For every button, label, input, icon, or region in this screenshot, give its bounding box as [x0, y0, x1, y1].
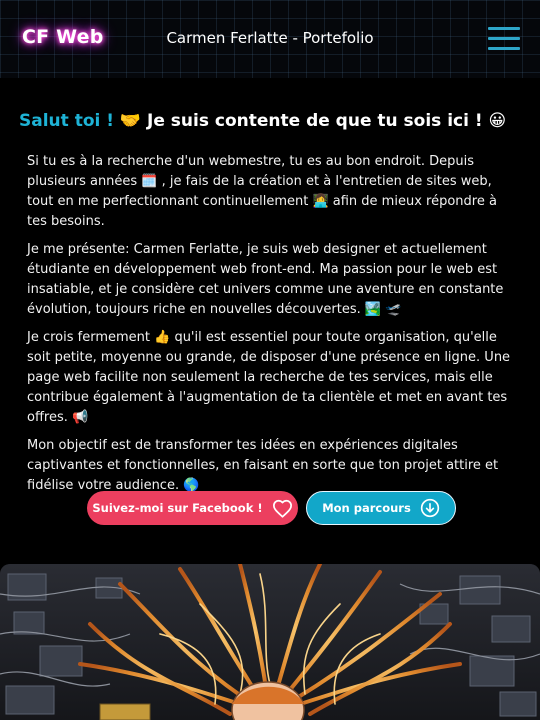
- parcours-button-label: Mon parcours: [322, 501, 411, 515]
- hamburger-menu-icon[interactable]: [488, 27, 520, 51]
- facebook-button-label: Suivez-moi sur Facebook !: [92, 501, 263, 515]
- greeting-heading: Salut toi ! 🤝 Je suis contente de que tu…: [19, 111, 506, 131]
- greeting-text: Je suis contente de que tu sois ici !: [147, 111, 483, 131]
- intro-section: Si tu es à la recherche d'un webmestre, …: [27, 152, 517, 504]
- arrow-down-circle-icon: [420, 498, 440, 518]
- facebook-follow-button[interactable]: Suivez-moi sur Facebook !: [87, 491, 298, 525]
- greeting-highlight: Salut toi !: [19, 111, 114, 131]
- menu-bar-middle: [488, 37, 520, 40]
- menu-bar-top: [488, 27, 520, 30]
- handshake-emoji-icon: 🤝: [119, 111, 142, 131]
- heart-icon: [272, 499, 293, 518]
- intro-paragraph: Je me présente: Carmen Ferlatte, je suis…: [27, 242, 504, 317]
- parcours-button[interactable]: Mon parcours: [306, 491, 456, 525]
- intro-paragraph: Mon objectif est de transformer tes idée…: [27, 438, 499, 493]
- menu-bar-bottom: [488, 47, 520, 50]
- site-title: Carmen Ferlatte - Portefolio: [166, 29, 374, 47]
- hero-illustration: [0, 564, 540, 720]
- intro-paragraph: Si tu es à la recherche d'un webmestre, …: [27, 154, 497, 229]
- site-header: CF Web Carmen Ferlatte - Portefolio: [0, 0, 540, 78]
- intro-paragraph: Je crois fermement 👍 qu'il est essentiel…: [27, 330, 511, 425]
- smile-emoji-icon: 😀: [488, 111, 507, 131]
